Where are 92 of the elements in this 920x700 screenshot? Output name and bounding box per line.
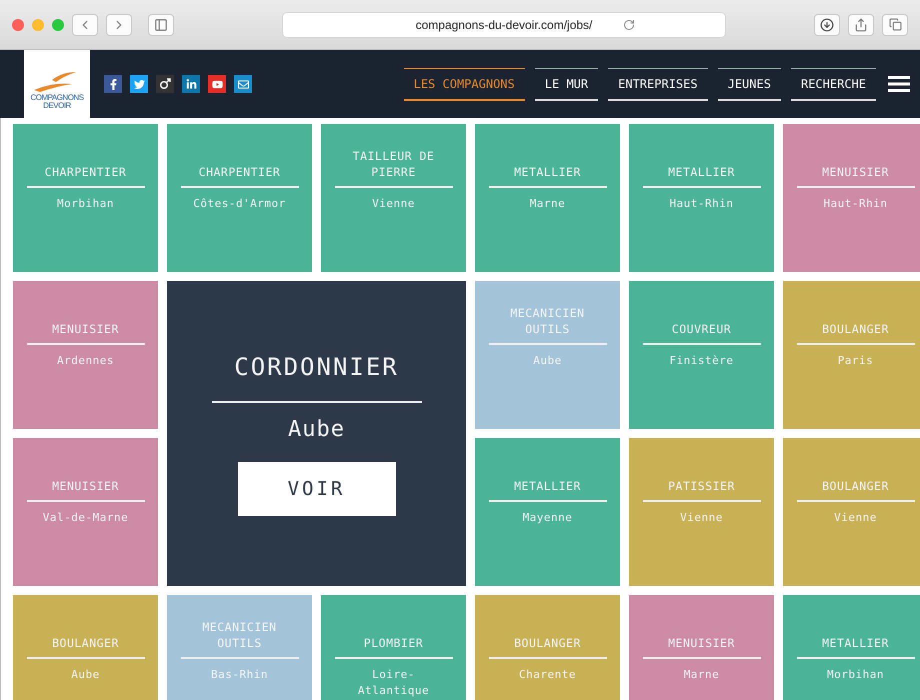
nav-link[interactable]: JEUNES [718, 68, 781, 100]
job-title: BOULANGER [821, 320, 890, 337]
job-title: MENUISIER [821, 164, 890, 180]
job-card[interactable]: BOULANGER Charente [475, 595, 620, 700]
job-location: Morbihan [56, 196, 115, 212]
tabs-icon [888, 18, 902, 31]
job-location: Charente [518, 666, 577, 682]
logo-text: COMPAGNONS [30, 94, 84, 102]
linkedin-icon[interactable] [182, 75, 200, 93]
back-button[interactable] [72, 14, 98, 36]
job-title: MECANICIEN OUTILS [509, 304, 586, 337]
job-card[interactable]: MENUISIER Haut-Rhin [783, 124, 920, 272]
job-title: BOULANGER [821, 478, 890, 494]
job-location: Aube [288, 416, 345, 444]
menu-icon[interactable] [888, 76, 910, 92]
job-card[interactable]: METALLIER Haut-Rhin [629, 124, 774, 272]
job-title: BOULANGER [51, 634, 120, 651]
facebook-icon[interactable] [104, 75, 122, 93]
job-location: Paris [836, 352, 874, 368]
job-title: MENUISIER [667, 634, 736, 651]
job-title: METALLIER [667, 164, 736, 180]
nav-link[interactable]: LE MUR [534, 68, 598, 100]
logo-text: DEVOIR [43, 102, 71, 110]
tabs-button[interactable] [882, 14, 908, 36]
job-location: Vienne [833, 510, 878, 526]
job-card[interactable]: METALLIER Morbihan [783, 595, 920, 700]
job-location: Aube [70, 666, 101, 682]
close-window-button[interactable] [12, 18, 24, 30]
job-location: Finistère [668, 352, 735, 368]
job-title: PATISSIER [667, 478, 736, 494]
job-location: Bas-Rhin [210, 666, 269, 682]
job-title: CORDONNIER [233, 352, 400, 384]
job-card[interactable]: MENUISIER Ardennes [13, 281, 158, 429]
job-title: CHARPENTIER [44, 164, 128, 180]
share-button[interactable] [848, 14, 874, 36]
job-card[interactable]: MENUISIER Marne [629, 595, 774, 700]
featured-job-card[interactable]: CORDONNIER Aube VOIR [167, 281, 466, 586]
job-title: METALLIER [513, 164, 582, 180]
job-card[interactable]: METALLIER Mayenne [475, 438, 620, 586]
job-card[interactable]: BOULANGER Aube [13, 595, 158, 700]
job-location: Aube [532, 352, 563, 368]
job-card[interactable]: BOULANGER Vienne [783, 438, 920, 586]
job-location: Val-de-Marne [42, 510, 130, 526]
job-location: Vienne [371, 196, 416, 212]
reload-icon[interactable] [623, 18, 635, 30]
job-title: METALLIER [821, 634, 890, 651]
job-title: METALLIER [513, 478, 582, 494]
job-location: Loire-Atlantique [356, 666, 430, 699]
job-card[interactable]: TAILLEUR DE PIERRE Vienne [321, 124, 466, 272]
job-card[interactable]: PLOMBIER Loire-Atlantique [321, 595, 466, 700]
job-location: Haut-Rhin [668, 196, 735, 212]
job-card[interactable]: PATISSIER Vienne [629, 438, 774, 586]
download-icon [820, 18, 834, 32]
view-button[interactable]: VOIR [238, 462, 396, 516]
sidebar-icon [154, 18, 168, 32]
job-location: Côtes-d'Armor [192, 196, 287, 212]
nav-link[interactable]: ENTREPRISES [608, 68, 708, 100]
male-symbol-icon[interactable] [156, 75, 174, 93]
sidebar-button[interactable] [148, 14, 174, 36]
job-card[interactable]: MENUISIER Val-de-Marne [13, 438, 158, 586]
job-location: Marne [528, 196, 566, 212]
job-location: Ardennes [56, 352, 115, 368]
job-title: MENUISIER [51, 320, 120, 337]
mail-icon[interactable] [234, 75, 252, 93]
download-button[interactable] [814, 14, 840, 36]
address-field[interactable]: compagnons-du-devoir.com/jobs/ [282, 12, 726, 38]
job-card[interactable]: MECANICIEN OUTILS Aube [475, 281, 620, 429]
job-card[interactable]: MECANICIEN OUTILS Bas-Rhin [167, 595, 312, 700]
nav-link[interactable]: RECHERCHE [790, 68, 876, 100]
job-location: Marne [682, 666, 720, 682]
job-card[interactable]: COUVREUR Finistère [629, 281, 774, 429]
job-title: PLOMBIER [362, 634, 424, 651]
forward-button[interactable] [106, 14, 132, 36]
job-location: Morbihan [826, 666, 885, 682]
job-title: CHARPENTIER [198, 164, 282, 180]
site-logo[interactable]: COMPAGNONS DEVOIR [24, 50, 90, 118]
job-title: MECANICIEN OUTILS [201, 618, 278, 651]
job-card[interactable]: CHARPENTIER Morbihan [13, 124, 158, 272]
job-location: Haut-Rhin [822, 196, 889, 212]
job-card[interactable]: METALLIER Marne [475, 124, 620, 272]
job-title: BOULANGER [513, 634, 582, 651]
job-location: Vienne [679, 510, 724, 526]
youtube-icon[interactable] [208, 75, 226, 93]
job-card[interactable]: BOULANGER Paris [783, 281, 920, 429]
job-title: MENUISIER [51, 478, 120, 494]
nav-link[interactable]: LES COMPAGNONS [404, 68, 525, 100]
job-card[interactable]: CHARPENTIER Côtes-d'Armor [167, 124, 312, 272]
share-icon [854, 18, 868, 32]
job-location: Mayenne [522, 510, 574, 526]
job-title: COUVREUR [670, 320, 732, 337]
twitter-icon[interactable] [130, 75, 148, 93]
job-title: TAILLEUR DE PIERRE [352, 148, 436, 180]
